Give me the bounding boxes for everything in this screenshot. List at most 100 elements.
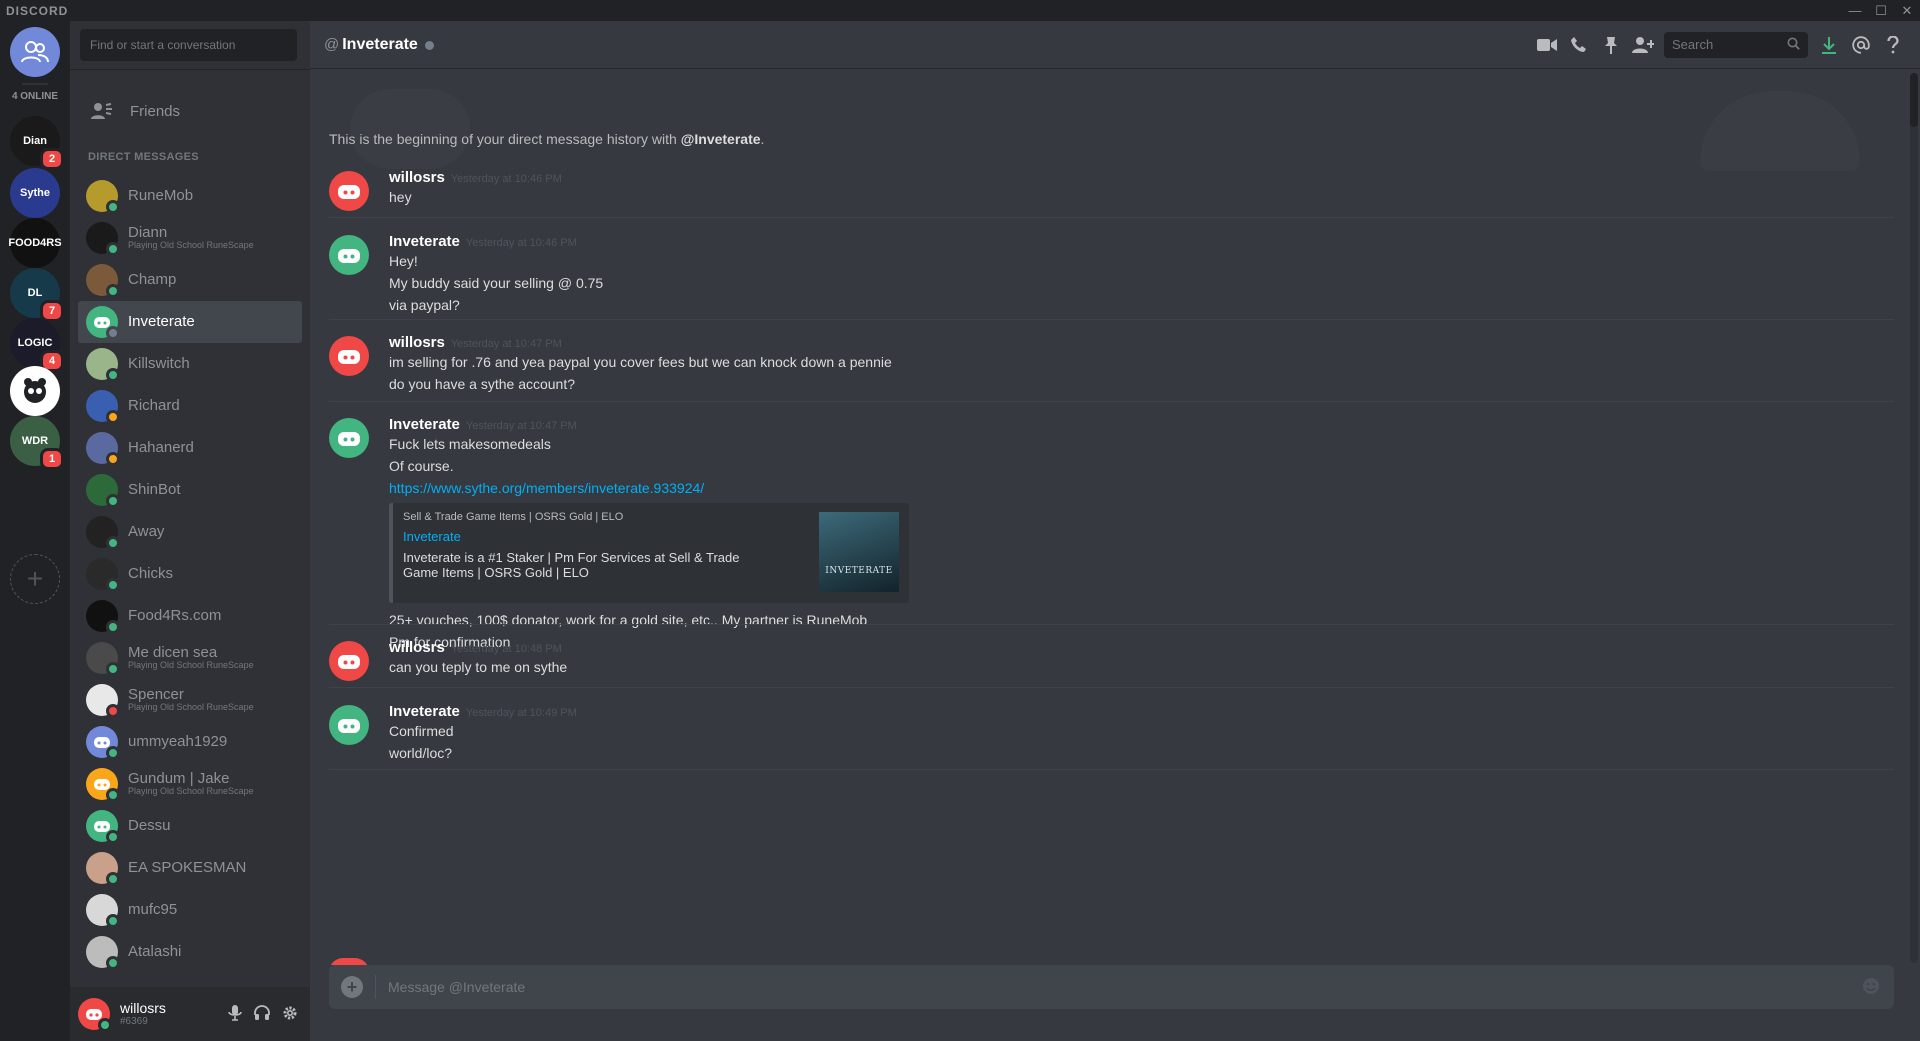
dm-item[interactable]: Champ xyxy=(78,259,302,301)
dm-item[interactable]: Away xyxy=(78,511,302,553)
server-label: Dian xyxy=(23,135,47,147)
dm-item[interactable]: Me dicen sea Playing Old School RuneScape xyxy=(78,637,302,679)
dm-item[interactable]: Diann Playing Old School RuneScape xyxy=(78,217,302,259)
server-icon[interactable]: LOGIC 4 xyxy=(10,318,64,372)
home-button[interactable] xyxy=(10,27,60,77)
message-author[interactable]: Inveterate xyxy=(389,703,460,720)
dm-status-indicator xyxy=(106,872,120,886)
mentions-icon[interactable] xyxy=(1850,34,1872,56)
dm-avatar xyxy=(86,768,120,802)
message-author[interactable]: Inveterate xyxy=(389,416,460,433)
server-icon[interactable]: Dian 2 xyxy=(10,116,64,170)
dm-item[interactable]: Chicks xyxy=(78,553,302,595)
dm-item[interactable]: Inveterate xyxy=(78,301,302,343)
message-timestamp: Yesterday at 10:48 PM xyxy=(450,643,562,655)
add-friend-to-dm-icon[interactable] xyxy=(1632,34,1654,56)
embed-thumbnail[interactable]: INVETERATE xyxy=(819,512,899,592)
voice-call-icon[interactable] xyxy=(1568,34,1590,56)
help-icon[interactable] xyxy=(1882,34,1904,56)
dm-activity: Playing Old School RuneScape xyxy=(128,240,254,251)
emoji-picker-icon[interactable] xyxy=(1862,977,1880,998)
message-divider xyxy=(329,769,1894,770)
message-author[interactable]: willosrs xyxy=(389,334,445,351)
dm-item[interactable]: Gundum | Jake Playing Old School RuneScap… xyxy=(78,763,302,805)
message-avatar[interactable] xyxy=(329,171,369,211)
dm-item[interactable]: Spencer Playing Old School RuneScape xyxy=(78,679,302,721)
server-icon[interactable]: FOOD4RS xyxy=(8,218,62,268)
dm-name: ShinBot xyxy=(128,480,181,498)
dm-item[interactable]: Food4Rs.com xyxy=(78,595,302,637)
title-bar: DISCORD — ☐ ✕ xyxy=(0,0,1920,21)
dm-avatar xyxy=(86,180,120,214)
message-text: hey xyxy=(389,189,412,205)
message-timestamp: Yesterday at 10:46 PM xyxy=(465,237,577,249)
dm-item[interactable]: EA SPOKESMAN xyxy=(78,847,302,889)
dm-item[interactable]: RuneMob xyxy=(78,175,302,217)
message-avatar[interactable] xyxy=(329,336,369,376)
scrollbar-thumb[interactable] xyxy=(1910,73,1918,127)
upload-plus-button[interactable]: + xyxy=(341,976,363,998)
dm-item[interactable]: Richard xyxy=(78,385,302,427)
download-icon[interactable] xyxy=(1818,34,1840,56)
friends-icon xyxy=(21,41,49,63)
message-author[interactable]: willosrs xyxy=(389,169,445,186)
dm-search-input[interactable]: Find or start a conversation xyxy=(80,29,297,61)
message-text: world/loc? xyxy=(389,745,453,761)
dm-name: Food4Rs.com xyxy=(128,606,222,624)
dm-item[interactable]: ShinBot xyxy=(78,469,302,511)
history-start-user: @Inveterate xyxy=(680,131,761,147)
dm-item[interactable]: Killswitch xyxy=(78,343,302,385)
user-tag: #6369 xyxy=(120,1016,148,1028)
discord-logo-icon xyxy=(338,718,360,733)
user-avatar[interactable] xyxy=(78,998,112,1032)
dm-name: Hahanerd xyxy=(128,438,194,456)
minimize-button[interactable]: — xyxy=(1842,0,1868,21)
embed-thumbnail-text: INVETERATE xyxy=(825,566,893,576)
close-button[interactable]: ✕ xyxy=(1894,0,1920,21)
dm-sidebar: Find or start a conversation Friends DIR… xyxy=(70,21,310,1041)
dm-avatar xyxy=(86,810,120,844)
message-group: Inveterate Yesterday at 10:47 PM Fuck lets… xyxy=(329,416,1894,653)
discord-logo-icon xyxy=(338,248,360,263)
dm-avatar xyxy=(86,264,120,298)
dm-status-indicator xyxy=(106,326,120,340)
app-brand: DISCORD xyxy=(6,3,69,18)
dm-name: Inveterate xyxy=(128,312,195,330)
online-count: 4 ONLINE xyxy=(11,91,59,102)
dm-item[interactable]: Dessu xyxy=(78,805,302,847)
dm-item[interactable]: Atalashi xyxy=(78,931,302,973)
maximize-button[interactable]: ☐ xyxy=(1868,0,1894,21)
server-icon[interactable] xyxy=(10,366,60,416)
message-avatar[interactable] xyxy=(329,235,369,275)
message-text: Hey! xyxy=(389,253,418,269)
dm-avatar xyxy=(86,306,120,340)
server-icon[interactable]: WDR 1 xyxy=(10,416,64,470)
message-author[interactable]: Inveterate xyxy=(389,233,460,250)
panda-icon xyxy=(24,378,46,403)
server-icon[interactable]: DL 7 xyxy=(10,268,64,322)
dm-avatar xyxy=(86,432,120,466)
server-icon[interactable]: Sythe xyxy=(10,168,60,218)
add-server-button[interactable]: + xyxy=(10,554,60,604)
dm-status-indicator xyxy=(106,200,120,214)
message-scrollbar[interactable] xyxy=(1910,73,1918,963)
message-avatar[interactable] xyxy=(329,641,369,681)
message-avatar[interactable] xyxy=(329,418,369,458)
dm-item[interactable]: mufc95 xyxy=(78,889,302,931)
window-controls: — ☐ ✕ xyxy=(1842,0,1920,21)
message-input[interactable]: Message @Inveterate xyxy=(388,979,525,995)
chat-search-input[interactable]: Search xyxy=(1664,31,1808,58)
dm-item[interactable]: Hahanerd xyxy=(78,427,302,469)
pinned-messages-icon[interactable] xyxy=(1600,34,1622,56)
message-text: My buddy said your selling @ 0.75 xyxy=(389,275,604,291)
microphone-icon[interactable] xyxy=(228,1004,242,1024)
message-author[interactable]: willosrs xyxy=(389,639,445,656)
message-link[interactable]: https://www.sythe.org/members/inveterate… xyxy=(389,477,1894,499)
friends-nav[interactable]: Friends xyxy=(78,91,302,131)
message-avatar[interactable] xyxy=(329,705,369,745)
headphones-icon[interactable] xyxy=(254,1004,270,1024)
dm-item[interactable]: ummyeah1929 xyxy=(78,721,302,763)
video-call-icon[interactable] xyxy=(1536,34,1558,56)
settings-gear-icon[interactable] xyxy=(282,1005,298,1024)
chat-header: @ Inveterate Search xyxy=(310,21,1920,69)
